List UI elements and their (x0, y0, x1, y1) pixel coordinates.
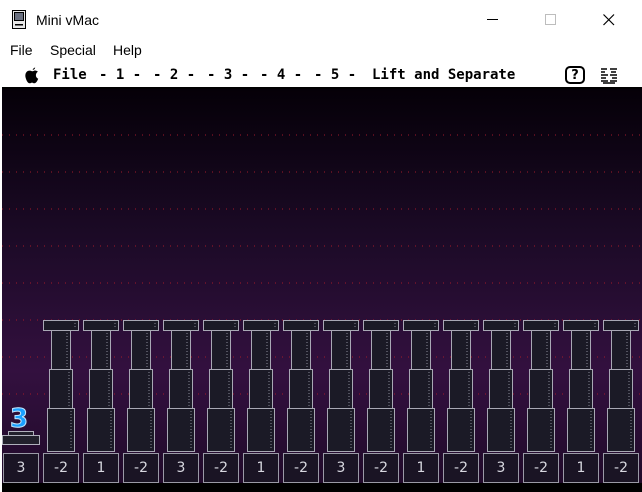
peg-value-box: -2 (443, 453, 479, 483)
peg-column[interactable] (122, 319, 160, 453)
peg-column[interactable] (562, 319, 600, 453)
window-title: Mini vMac (36, 12, 100, 28)
peg-value-box: 1 (563, 453, 599, 483)
peg-column[interactable] (322, 319, 360, 453)
apple-icon[interactable] (24, 67, 40, 84)
mac-menu-level-3[interactable]: - 3 - (207, 66, 249, 84)
peg-column[interactable] (482, 319, 520, 453)
peg-column[interactable] (242, 319, 280, 453)
mac-computer-icon (12, 10, 26, 29)
mac-menu-level-4[interactable]: - 4 - (260, 66, 302, 84)
game-board[interactable]: -2 1 -2 3 -2 1 -2 3 -2 1 -2 3 -2 1 -2 3 3 (2, 89, 642, 492)
mac-menu-level-2[interactable]: - 2 - (153, 66, 195, 84)
peg-column[interactable] (162, 319, 200, 453)
start-platform (2, 435, 40, 445)
peg-value-box: 3 (163, 453, 199, 483)
peg-value-box: -2 (363, 453, 399, 483)
peg-value-box: -2 (123, 453, 159, 483)
peg-value-box: -2 (283, 453, 319, 483)
peg-value-box: -2 (523, 453, 559, 483)
mac-menubar: File - 1 - - 2 - - 3 - - 4 - - 5 - Lift … (2, 63, 642, 88)
peg-value-box: 1 (403, 453, 439, 483)
peg-column[interactable] (522, 319, 560, 453)
help-icon[interactable]: ? (565, 66, 585, 84)
mac-menu-file[interactable]: File (53, 66, 87, 84)
menu-help[interactable]: Help (113, 42, 142, 58)
menu-file[interactable]: File (10, 42, 33, 58)
peg-value-box: -2 (43, 453, 79, 483)
help-glyph: ? (571, 67, 579, 83)
start-value-box: 3 (3, 453, 39, 483)
peg-column[interactable] (402, 319, 440, 453)
floor (2, 483, 642, 492)
peg-value-box: 1 (243, 453, 279, 483)
window-menubar: File Special Help (0, 40, 642, 62)
peg-value-box: 3 (483, 453, 519, 483)
close-icon (603, 14, 615, 26)
peg-column[interactable] (442, 319, 480, 453)
peg-column[interactable] (42, 319, 80, 453)
application-menu-icon[interactable] (599, 66, 619, 86)
peg-value-box: -2 (203, 453, 239, 483)
mac-menu-game-title[interactable]: Lift and Separate (372, 66, 515, 84)
peg-value-box: 1 (83, 453, 119, 483)
window-titlebar: Mini vMac (0, 0, 642, 40)
peg-column[interactable] (282, 319, 320, 453)
peg-column[interactable] (202, 319, 240, 453)
peg-value-box: -2 (603, 453, 639, 483)
maximize-icon (545, 14, 556, 25)
peg-column[interactable] (362, 319, 400, 453)
minimize-icon (487, 19, 498, 20)
minimize-button[interactable] (470, 0, 516, 40)
current-value-marker: 3 (9, 404, 29, 434)
menu-special[interactable]: Special (50, 42, 96, 58)
maximize-button[interactable] (528, 0, 574, 40)
close-button[interactable] (586, 0, 632, 40)
peg-column[interactable] (602, 319, 640, 453)
emulator-screen[interactable]: File - 1 - - 2 - - 3 - - 4 - - 5 - Lift … (2, 63, 642, 492)
mac-menu-level-1[interactable]: - 1 - (99, 66, 141, 84)
peg-value-box: 3 (323, 453, 359, 483)
mac-menu-level-5[interactable]: - 5 - (314, 66, 356, 84)
peg-column[interactable] (82, 319, 120, 453)
